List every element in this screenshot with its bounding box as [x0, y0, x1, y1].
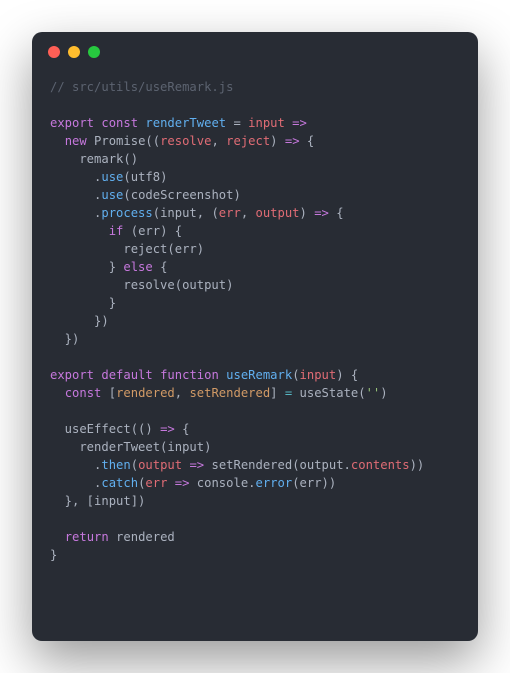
paren: ))	[410, 458, 425, 472]
window-titlebar	[32, 32, 478, 64]
brace: {	[300, 134, 315, 148]
paren: (	[131, 458, 138, 472]
arg-codeScreenshot: (codeScreenshot)	[123, 188, 240, 202]
keyword-new: new	[65, 134, 87, 148]
arrow: =>	[285, 134, 300, 148]
comma: ,	[175, 386, 190, 400]
indent	[50, 386, 65, 400]
method-error: error	[256, 476, 293, 490]
resolve-call: resolve(output)	[50, 278, 233, 292]
useEffect-close: }, [input])	[50, 494, 145, 508]
param-output: output	[256, 206, 300, 220]
indent	[50, 134, 65, 148]
bracket: [	[101, 386, 116, 400]
keyword-function: function	[160, 368, 219, 382]
brace: {	[175, 422, 190, 436]
indent	[50, 188, 94, 202]
paren: )	[380, 386, 387, 400]
brace: {	[329, 206, 344, 220]
keyword-default: default	[101, 368, 152, 382]
code-content: // src/utils/useRemark.js export const r…	[32, 64, 478, 588]
prop-contents: contents	[351, 458, 410, 472]
close-brace: })	[50, 314, 109, 328]
param-err: err	[145, 476, 167, 490]
keyword-export: export	[50, 116, 94, 130]
param-input: input	[248, 116, 285, 130]
param-reject: reject	[226, 134, 270, 148]
if-cond: (err) {	[123, 224, 182, 238]
keyword-else: else	[123, 260, 152, 274]
arrow: =>	[160, 422, 175, 436]
param-err: err	[219, 206, 241, 220]
arrow: =>	[314, 206, 329, 220]
code-window: // src/utils/useRemark.js export const r…	[32, 32, 478, 641]
minimize-icon[interactable]	[68, 46, 80, 58]
method-catch: catch	[101, 476, 138, 490]
arrow: =>	[285, 116, 307, 130]
keyword-export: export	[50, 368, 94, 382]
keyword-const: const	[65, 386, 102, 400]
indent	[50, 206, 94, 220]
paren-brace: ) {	[336, 368, 358, 382]
param-resolve: resolve	[160, 134, 211, 148]
var-rendered: rendered	[109, 530, 175, 544]
indent	[50, 530, 65, 544]
var-setRendered: setRendered	[189, 386, 270, 400]
method-use: use	[101, 170, 123, 184]
console: console.	[189, 476, 255, 490]
paren: (err))	[292, 476, 336, 490]
close-brace: }	[50, 548, 57, 562]
maximize-icon[interactable]	[88, 46, 100, 58]
close-icon[interactable]	[48, 46, 60, 58]
method-use: use	[101, 188, 123, 202]
close-brace: })	[50, 332, 79, 346]
sp	[167, 476, 174, 490]
fn-renderTweet: renderTweet	[145, 116, 226, 130]
rparen: )	[300, 206, 315, 220]
indent	[50, 170, 94, 184]
renderTweet-call: renderTweet(input)	[50, 440, 211, 454]
close-brace: }	[50, 296, 116, 310]
comma: ,	[211, 134, 226, 148]
rparen: )	[270, 134, 285, 148]
remark-call: remark()	[50, 152, 138, 166]
reject-call: reject(err)	[50, 242, 204, 256]
space	[153, 368, 160, 382]
setRendered-call: setRendered(output.	[204, 458, 351, 472]
var-rendered: rendered	[116, 386, 175, 400]
param-input: input	[300, 368, 337, 382]
indent	[50, 458, 94, 472]
comma: ,	[241, 206, 256, 220]
useState: useState(	[292, 386, 365, 400]
indent	[50, 476, 94, 490]
fn-useRemark: useRemark	[226, 368, 292, 382]
string-empty: ''	[366, 386, 381, 400]
comment: // src/utils/useRemark.js	[50, 80, 233, 94]
method-then: then	[101, 458, 130, 472]
keyword-if: if	[109, 224, 124, 238]
indent	[50, 224, 109, 238]
arrow: =>	[189, 458, 204, 472]
promise: Promise((	[87, 134, 160, 148]
keyword-return: return	[65, 530, 109, 544]
paren: (	[292, 368, 299, 382]
paren: (input, (	[153, 206, 219, 220]
bracket: ]	[270, 386, 285, 400]
param-output: output	[138, 458, 182, 472]
method-process: process	[101, 206, 152, 220]
eq: =	[226, 116, 248, 130]
arrow: =>	[175, 476, 190, 490]
brace: {	[153, 260, 168, 274]
keyword-const: const	[101, 116, 138, 130]
close-brace: }	[50, 260, 123, 274]
useEffect: useEffect(()	[50, 422, 160, 436]
arg-utf8: (utf8)	[123, 170, 167, 184]
